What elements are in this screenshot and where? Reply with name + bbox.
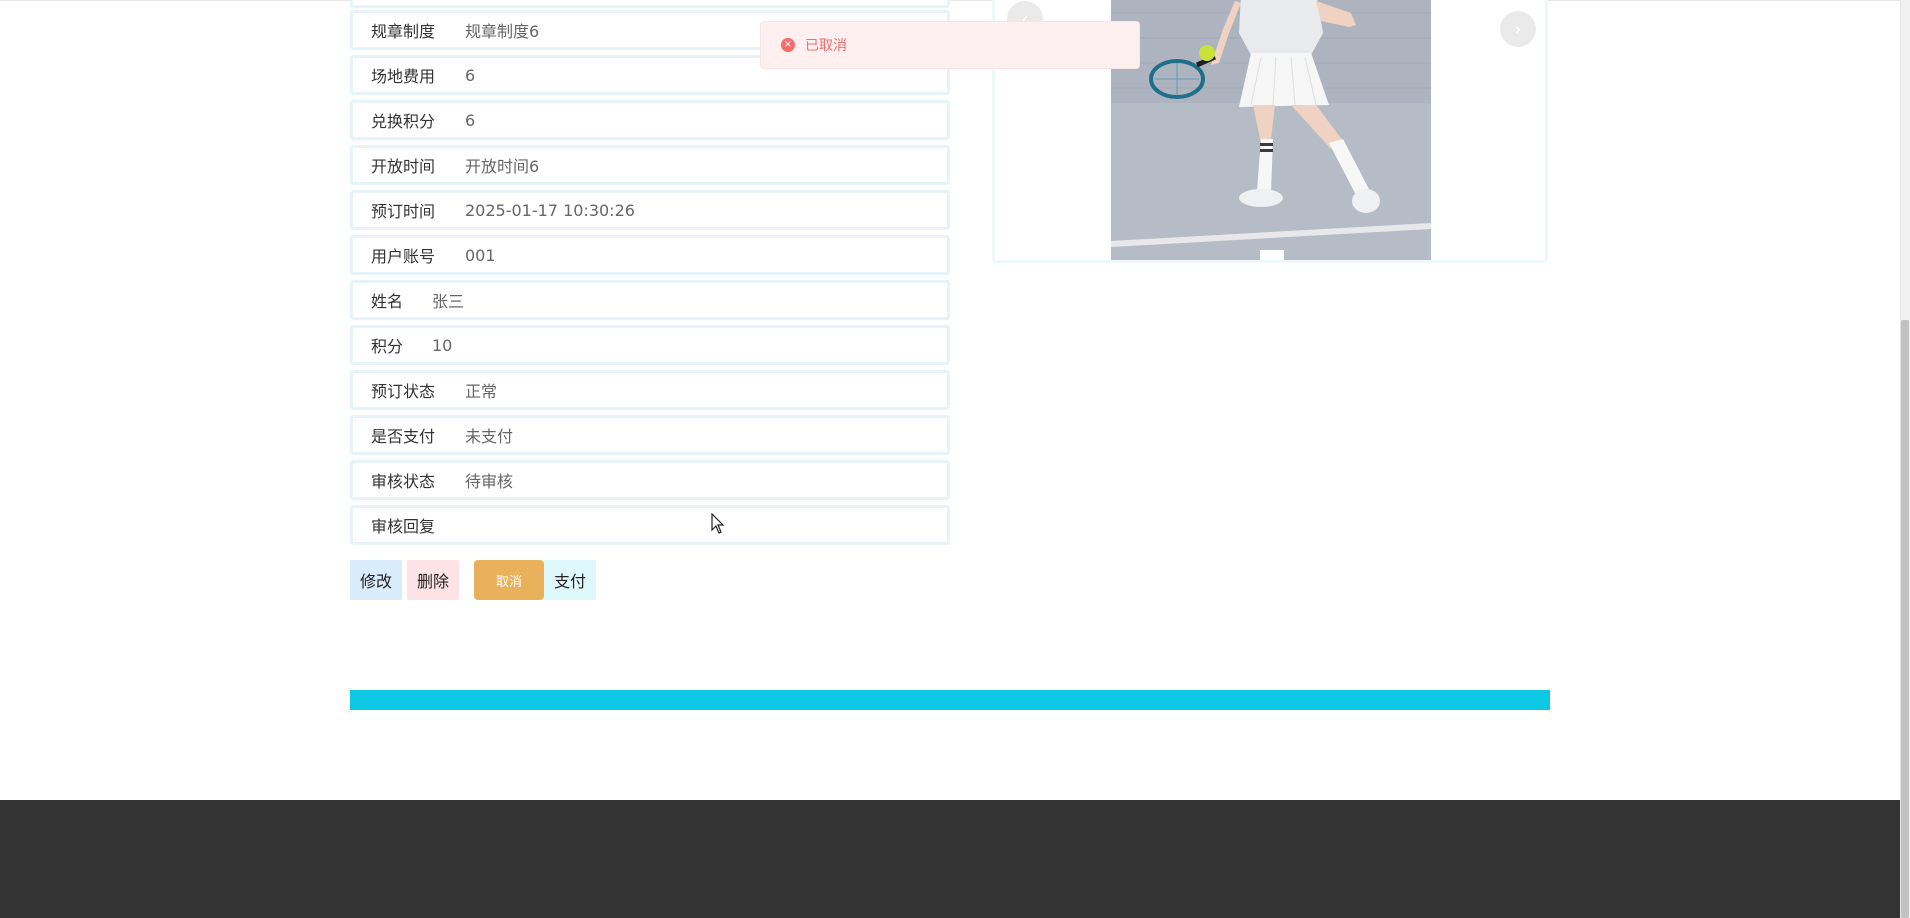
detail-row-review-reply: 审核回复 [350, 505, 950, 545]
detail-row-points: 积分 10 [350, 325, 950, 365]
accent-divider-bar [350, 690, 1550, 710]
detail-label: 预订时间 [371, 202, 436, 221]
toast-text: 已取消 [805, 38, 847, 54]
detail-label: 场地费用 [371, 67, 436, 86]
detail-row-points-exchange: 兑换积分 6 [350, 100, 950, 140]
detail-value: 开放时间6 [465, 157, 540, 176]
venue-photo [1111, 0, 1431, 260]
page-footer [0, 800, 1900, 918]
detail-row-open-time: 开放时间 开放时间6 [350, 145, 950, 185]
detail-row-booking-status: 预订状态 正常 [350, 370, 950, 410]
detail-value: 待审核 [465, 472, 514, 491]
detail-label: 预订状态 [371, 382, 436, 401]
scrollbar-thumb[interactable] [1901, 320, 1909, 918]
detail-value: 001 [465, 245, 496, 265]
detail-label: 姓名 [371, 292, 404, 311]
mouse-cursor-icon [711, 513, 725, 534]
detail-row-user-account: 用户账号 001 [350, 235, 950, 275]
toast-message: × 已取消 [760, 21, 1140, 69]
detail-value: 10 [432, 335, 453, 355]
detail-value: 6 [465, 110, 476, 130]
carousel-indicator[interactable] [1260, 250, 1284, 260]
detail-label: 是否支付 [371, 427, 436, 446]
top-divider [0, 0, 1900, 1]
pay-button[interactable]: 支付 [544, 560, 596, 600]
detail-row-paid: 是否支付 未支付 [350, 415, 950, 455]
detail-label: 审核状态 [371, 472, 436, 491]
detail-row-name: 姓名 张三 [350, 280, 950, 320]
detail-label: 用户账号 [371, 247, 436, 266]
detail-value: 正常 [465, 382, 498, 401]
detail-label: 规章制度 [371, 22, 436, 41]
detail-label: 兑换积分 [371, 112, 436, 131]
detail-row-booking-time: 预订时间 2025-01-17 10:30:26 [350, 190, 950, 230]
detail-value: 张三 [432, 292, 465, 311]
detail-row-review-status: 审核状态 待审核 [350, 460, 950, 500]
detail-value: 2025-01-17 10:30:26 [465, 200, 635, 220]
detail-row-hidden [350, 0, 950, 8]
edit-button[interactable]: 修改 [350, 560, 402, 600]
detail-value: 规章制度6 [465, 22, 540, 41]
error-circle-icon: × [781, 38, 795, 52]
cancel-button[interactable]: 取消 [474, 560, 544, 600]
detail-label: 积分 [371, 337, 404, 356]
detail-label: 开放时间 [371, 157, 436, 176]
detail-value: 6 [465, 65, 476, 85]
booking-detail-list: 规章制度 规章制度6 场地费用 6 兑换积分 6 开放时间 开放时间6 预订时间… [350, 10, 950, 550]
chevron-right-icon[interactable]: › [1500, 11, 1536, 47]
detail-value: 未支付 [465, 427, 514, 446]
delete-button[interactable]: 删除 [407, 560, 459, 600]
detail-label: 审核回复 [371, 517, 436, 536]
